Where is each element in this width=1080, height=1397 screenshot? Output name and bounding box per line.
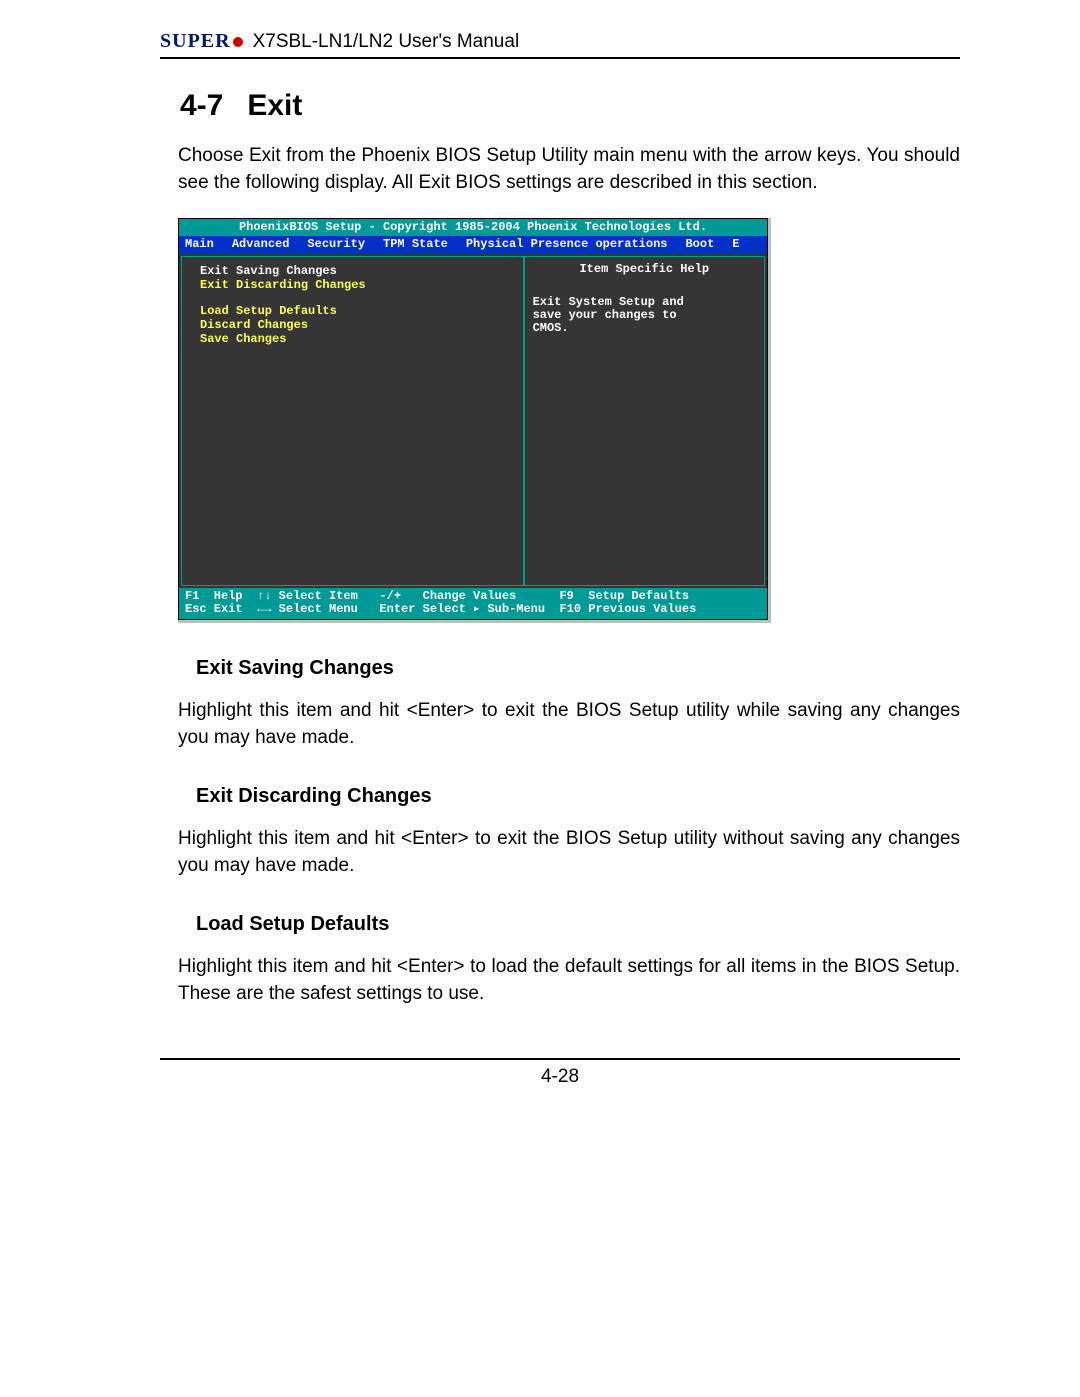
subsection-heading-1: Exit Saving Changes (196, 657, 960, 680)
bios-footer-row-1: F1 Help ↑↓ Select Item -/+ Change Values… (185, 590, 761, 603)
bios-menu-tpm-state[interactable]: TPM State (383, 238, 448, 251)
manual-title: X7SBL-LN1/LN2 User's Manual (253, 31, 520, 53)
bios-menu-overflow[interactable]: E (732, 238, 739, 251)
subsection-heading-2: Exit Discarding Changes (196, 785, 960, 808)
bios-titlebar: PhoenixBIOS Setup - Copyright 1985-2004 … (179, 219, 767, 236)
brand-dot-icon (233, 37, 243, 47)
bios-menu-advanced[interactable]: Advanced (232, 238, 290, 251)
bios-screenshot: PhoenixBIOS Setup - Copyright 1985-2004 … (178, 218, 771, 623)
bios-menu-security[interactable]: Security (307, 238, 365, 251)
brand-logo: SUPER (160, 30, 243, 53)
section-number: 4-7 (180, 89, 223, 123)
bios-item-save-changes[interactable]: Save Changes (200, 333, 513, 346)
bios-item-exit-discarding[interactable]: Exit Discarding Changes (200, 279, 513, 292)
subsection-body-1: Highlight this item and hit <Enter> to e… (178, 698, 960, 751)
footer-rule (160, 1058, 960, 1060)
bios-help-title: Item Specific Help (533, 263, 756, 276)
bios-footer-row-2: Esc Exit ←→ Select Menu Enter Select ▸ S… (185, 603, 761, 616)
bios-help-panel: Item Specific Help Exit System Setup and… (524, 256, 765, 586)
bios-menu-physical-presence[interactable]: Physical Presence operations (466, 238, 668, 251)
bios-window: PhoenixBIOS Setup - Copyright 1985-2004 … (178, 218, 768, 620)
bios-item-load-defaults[interactable]: Load Setup Defaults (200, 305, 513, 318)
intro-paragraph: Choose Exit from the Phoenix BIOS Setup … (178, 143, 960, 196)
subsection-body-2: Highlight this item and hit <Enter> to e… (178, 826, 960, 879)
subsection-heading-3: Load Setup Defaults (196, 913, 960, 936)
bios-item-exit-saving[interactable]: Exit Saving Changes (200, 265, 513, 278)
bios-help-body: Exit System Setup and save your changes … (533, 296, 756, 336)
bios-menu-main[interactable]: Main (185, 238, 214, 251)
section-heading: 4-7 Exit (180, 89, 960, 123)
bios-item-discard-changes[interactable]: Discard Changes (200, 319, 513, 332)
section-title-text: Exit (247, 89, 302, 122)
bios-item-list: Exit Saving Changes Exit Discarding Chan… (181, 256, 524, 586)
bios-main-area: Exit Saving Changes Exit Discarding Chan… (179, 254, 767, 588)
subsection-body-3: Highlight this item and hit <Enter> to l… (178, 954, 960, 1007)
page-number: 4-28 (160, 1066, 960, 1088)
bios-footer: F1 Help ↑↓ Select Item -/+ Change Values… (179, 588, 767, 619)
brand-text: SUPER (160, 30, 231, 52)
document-page: SUPER X7SBL-LN1/LN2 User's Manual 4-7 Exi… (0, 0, 1080, 1397)
bios-menu-boot[interactable]: Boot (685, 238, 714, 251)
page-header: SUPER X7SBL-LN1/LN2 User's Manual (160, 30, 960, 59)
bios-menubar: Main Advanced Security TPM State Physica… (179, 236, 767, 253)
